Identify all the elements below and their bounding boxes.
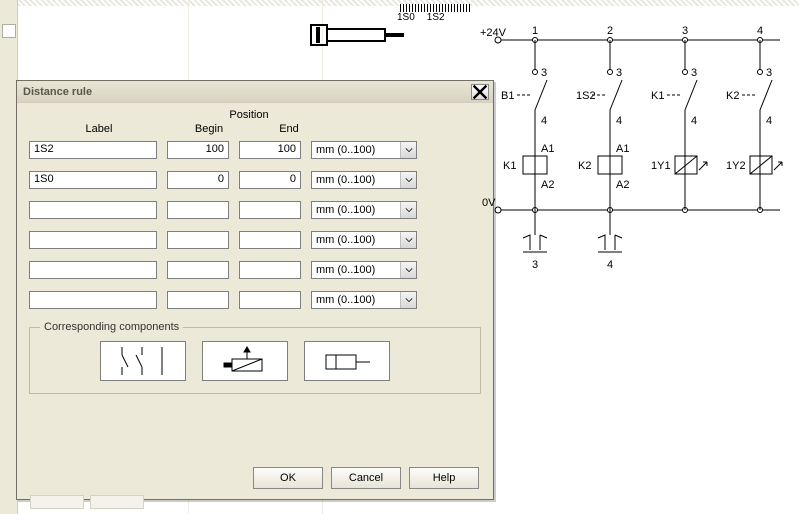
begin-field[interactable]: 100 — [167, 141, 229, 159]
svg-text:4: 4 — [691, 115, 697, 127]
ruler-label-right: 1S2 — [427, 12, 445, 23]
svg-text:A2: A2 — [541, 179, 554, 191]
corresponding-components-group: Corresponding components — [29, 321, 481, 394]
unit-combo[interactable]: mm (0..100) — [311, 231, 417, 249]
end-field[interactable] — [239, 261, 301, 279]
cancel-button[interactable]: Cancel — [331, 467, 401, 489]
label-field[interactable]: 1S2 — [29, 141, 157, 159]
statusbar-fragment — [30, 495, 144, 513]
rule-row: mm (0..100) — [29, 291, 481, 309]
header-label: Label — [29, 123, 169, 135]
distance-rule-dialog: Distance rule Position Label Begin End 1… — [16, 80, 494, 500]
unit-combo[interactable]: mm (0..100) — [311, 261, 417, 279]
svg-text:3: 3 — [766, 67, 772, 79]
rule-row: mm (0..100) — [29, 201, 481, 219]
help-button[interactable]: Help — [409, 467, 479, 489]
label-field[interactable]: 1S0 — [29, 171, 157, 189]
unit-combo[interactable]: mm (0..100) — [311, 291, 417, 309]
end-field[interactable] — [239, 231, 301, 249]
svg-text:2: 2 — [607, 25, 613, 37]
svg-text:4: 4 — [616, 115, 622, 127]
header-begin: Begin — [169, 123, 249, 135]
toolbox-fragment — [2, 24, 16, 38]
svg-text:3: 3 — [532, 259, 538, 271]
label-field[interactable] — [29, 201, 157, 219]
begin-field[interactable] — [167, 201, 229, 219]
svg-text:1Y1: 1Y1 — [651, 160, 671, 172]
svg-text:1S2: 1S2 — [576, 90, 596, 102]
chevron-down-icon — [400, 142, 416, 158]
chevron-down-icon — [400, 202, 416, 218]
label-field[interactable] — [29, 231, 157, 249]
svg-text:4: 4 — [766, 115, 772, 127]
end-field[interactable]: 0 — [239, 171, 301, 189]
svg-text:3: 3 — [682, 25, 688, 37]
begin-field[interactable] — [167, 291, 229, 309]
svg-text:K2: K2 — [578, 160, 591, 172]
svg-text:A1: A1 — [616, 143, 629, 155]
unit-combo[interactable]: mm (0..100) — [311, 201, 417, 219]
svg-text:3: 3 — [691, 67, 697, 79]
svg-text:B1: B1 — [501, 90, 514, 102]
svg-text:K1: K1 — [651, 90, 664, 102]
begin-field[interactable]: 0 — [167, 171, 229, 189]
begin-field[interactable] — [167, 261, 229, 279]
end-field[interactable] — [239, 291, 301, 309]
ruler-label-left: 1S0 — [397, 12, 415, 23]
label-field[interactable] — [29, 291, 157, 309]
dialog-titlebar[interactable]: Distance rule — [17, 81, 493, 103]
svg-text:K2: K2 — [726, 90, 739, 102]
dialog-title: Distance rule — [23, 86, 92, 98]
cylinder-symbol-area: 1S0 1S2 — [310, 4, 470, 54]
header-end: End — [249, 123, 329, 135]
end-field[interactable] — [239, 201, 301, 219]
header-position: Position — [169, 109, 329, 121]
svg-text:A1: A1 — [541, 143, 554, 155]
begin-field[interactable] — [167, 231, 229, 249]
chevron-down-icon — [400, 292, 416, 308]
svg-text:1: 1 — [532, 25, 538, 37]
chevron-down-icon — [400, 262, 416, 278]
chevron-down-icon — [400, 232, 416, 248]
component-valve-icon[interactable] — [202, 341, 288, 381]
rule-row: 1S0 0 0 mm (0..100) — [29, 171, 481, 189]
svg-text:A2: A2 — [616, 179, 629, 191]
label-field[interactable] — [29, 261, 157, 279]
unit-combo[interactable]: mm (0..100) — [311, 141, 417, 159]
end-field[interactable]: 100 — [239, 141, 301, 159]
chevron-down-icon — [400, 172, 416, 188]
svg-text:4: 4 — [607, 259, 613, 271]
rule-row: 1S2 100 100 mm (0..100) — [29, 141, 481, 159]
svg-text:1Y2: 1Y2 — [726, 160, 746, 172]
electrical-schematic: +24V 0V 1 3 B1 4 A1 K1 A2 2 3 1S2 4 A1 K2 A2 3 3 K1 4 1Y1 4… — [480, 20, 790, 310]
component-cylinder-icon[interactable] — [304, 341, 390, 381]
unit-combo[interactable]: mm (0..100) — [311, 171, 417, 189]
position-ruler — [400, 4, 470, 12]
svg-text:4: 4 — [757, 25, 763, 37]
rail-pos-label: +24V — [480, 27, 507, 39]
svg-text:3: 3 — [541, 67, 547, 79]
svg-text:K1: K1 — [503, 160, 516, 172]
component-switch-icon[interactable] — [100, 341, 186, 381]
rule-row: mm (0..100) — [29, 231, 481, 249]
corresponding-legend: Corresponding components — [40, 321, 183, 333]
ok-button[interactable]: OK — [253, 467, 323, 489]
svg-text:3: 3 — [616, 67, 622, 79]
cylinder-icon[interactable] — [310, 24, 405, 46]
svg-text:4: 4 — [541, 115, 547, 127]
rail-neg-label: 0V — [482, 197, 496, 209]
rule-row: mm (0..100) — [29, 261, 481, 279]
